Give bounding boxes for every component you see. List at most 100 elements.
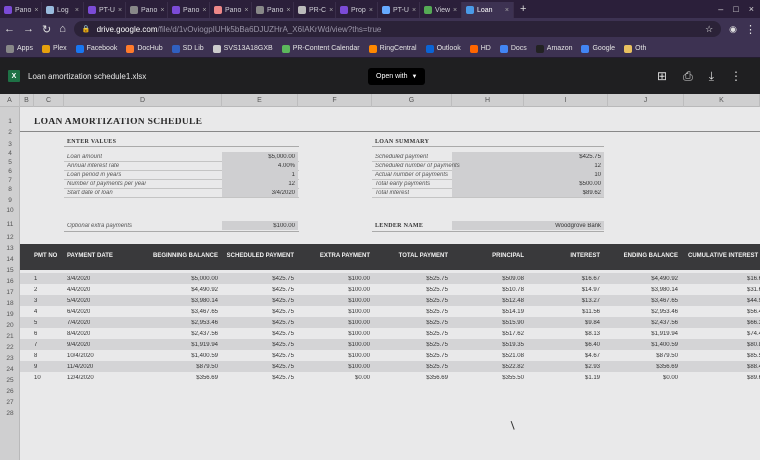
row-header[interactable]: 5 [0,158,20,167]
row-header[interactable]: 24 [0,364,20,375]
row-header[interactable]: 6 [0,167,20,176]
row-header[interactable]: 14 [0,254,20,265]
row-header[interactable]: 21 [0,331,20,342]
input-value[interactable]: $5,000.00 [222,154,295,160]
browser-tab[interactable]: PT-U × [378,2,420,18]
bookmark-item[interactable]: Outlook [425,44,461,53]
row-header[interactable]: 22 [0,342,20,353]
browser-tab[interactable]: Pano × [0,2,42,18]
add-comment-icon[interactable]: ⊞ [657,69,667,84]
browser-tab[interactable]: Log × [42,2,84,18]
close-icon[interactable]: × [286,7,290,14]
close-icon[interactable]: × [505,7,509,14]
row-header[interactable]: 16 [0,276,20,287]
input-value[interactable]: 1 [222,172,295,178]
input-value[interactable]: 3/4/2020 [222,190,295,196]
row-header[interactable]: 2 [0,128,20,137]
bookmark-item[interactable]: Google [581,44,615,53]
column-header[interactable]: H [452,94,524,107]
row-header[interactable]: 8 [0,185,20,194]
bookmark-item[interactable]: Facebook [75,44,117,53]
row-header[interactable]: 13 [0,243,20,254]
menu-icon[interactable]: ⋮ [745,23,756,36]
row-header[interactable]: 15 [0,265,20,276]
bookmark-item[interactable]: HD [469,44,491,53]
row-header[interactable]: 23 [0,353,20,364]
close-icon[interactable]: × [453,7,457,14]
bookmark-item[interactable]: SD Lib [171,44,204,53]
column-header[interactable]: J [608,94,684,107]
column-header[interactable]: C [34,94,64,107]
browser-tab[interactable]: Pano × [126,2,168,18]
close-icon[interactable]: × [369,7,373,14]
reload-icon[interactable]: ↻ [42,23,51,36]
row-header[interactable]: 1 [0,115,20,128]
browser-tab[interactable]: Pano × [168,2,210,18]
column-header[interactable]: I [524,94,608,107]
row-header[interactable]: 12 [0,232,20,243]
open-with-button[interactable]: Open with ▼ [368,68,426,85]
bookmark-item[interactable]: DocHub [126,44,163,53]
row-header[interactable]: 26 [0,386,20,397]
row-header[interactable]: 4 [0,149,20,158]
print-icon[interactable]: ⎙ [683,69,693,84]
row-header[interactable]: 10 [0,205,20,215]
maximize-icon[interactable]: □ [733,4,738,14]
column-header[interactable]: F [298,94,372,107]
column-header[interactable]: D [64,94,222,107]
column-header[interactable]: B [20,94,34,107]
close-icon[interactable]: × [118,7,122,14]
row-header[interactable]: 28 [0,408,20,419]
close-icon[interactable]: × [202,7,206,14]
bookmark-item[interactable]: SVS13A18GXB [212,44,273,53]
column-header[interactable]: K [684,94,760,107]
bookmark-item[interactable]: Docs [499,44,527,53]
browser-tab[interactable]: PR-C × [294,2,336,18]
row-header[interactable]: 27 [0,397,20,408]
bookmark-item[interactable]: Plex [41,44,67,53]
row-header[interactable]: 20 [0,320,20,331]
spreadsheet-preview[interactable]: ABCDEFGHIJK 1 2 3 4 5 6 7 8 9 10 11 12 13 14 15 16 17 18 1… [0,94,760,460]
row-header[interactable]: 11 [0,218,20,231]
star-icon[interactable]: ☆ [705,24,713,35]
column-header[interactable]: A [0,94,20,107]
row-header[interactable]: 18 [0,298,20,309]
bookmark-item[interactable]: PR-Content Calendar [281,44,360,53]
column-header[interactable]: G [372,94,452,107]
close-icon[interactable]: × [412,7,416,14]
browser-tab[interactable]: PT-U × [84,2,126,18]
forward-icon[interactable]: → [23,23,34,35]
minimize-icon[interactable]: – [718,4,723,14]
back-icon[interactable]: ← [4,23,15,35]
more-icon[interactable]: ⋮ [730,69,742,84]
address-bar[interactable]: 🔒 drive.google.com/file/d/1vOviogpIUHk5b… [73,21,722,37]
close-icon[interactable]: × [329,7,333,14]
row-header[interactable]: 17 [0,287,20,298]
input-value[interactable]: 4.00% [222,163,295,169]
bookmark-item[interactable]: RingCentral [368,44,417,53]
bookmark-item[interactable]: Oth [624,44,646,53]
row-header[interactable]: 3 [0,140,20,149]
home-icon[interactable]: ⌂ [59,23,66,35]
close-icon[interactable]: × [244,7,248,14]
row-header[interactable]: 25 [0,375,20,386]
browser-tab[interactable]: Pano × [210,2,252,18]
close-icon[interactable]: × [749,4,754,14]
close-icon[interactable]: × [160,7,164,14]
row-header[interactable]: 7 [0,176,20,185]
input-value[interactable]: 12 [222,181,295,187]
download-icon[interactable]: ⤓ [709,69,714,84]
browser-tab[interactable]: Prop × [336,2,378,18]
browser-tab[interactable]: Loan × [462,2,514,18]
new-tab-button[interactable]: + [520,3,526,15]
browser-tab[interactable]: Pano × [252,2,294,18]
bookmark-item[interactable]: Apps [6,44,33,53]
close-icon[interactable]: × [34,7,38,14]
row-header[interactable]: 9 [0,195,20,205]
bookmark-item[interactable]: Amazon [535,44,572,53]
extension-icon[interactable]: ◉ [729,24,737,35]
close-icon[interactable]: × [75,7,79,14]
column-header[interactable]: E [222,94,298,107]
row-header[interactable]: 19 [0,309,20,320]
browser-tab[interactable]: View × [420,2,462,18]
